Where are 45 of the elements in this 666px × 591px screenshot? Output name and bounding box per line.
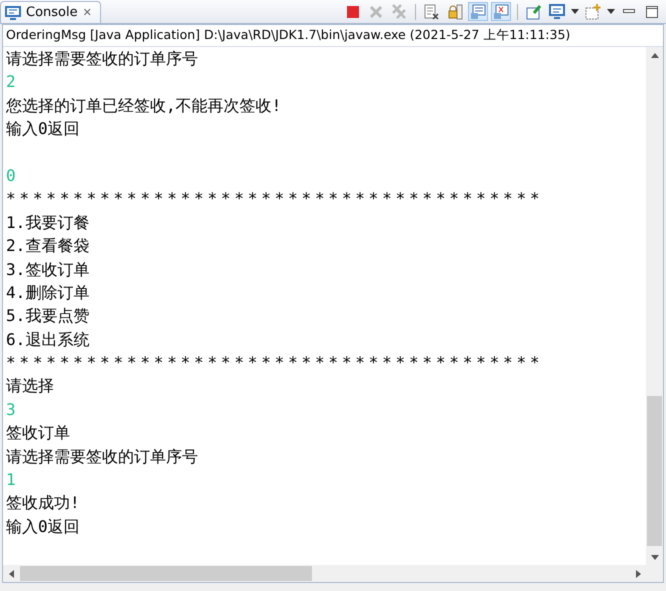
input-text: 2	[6, 71, 17, 94]
maximize-icon	[646, 6, 658, 18]
new-window-icon	[585, 4, 601, 20]
output-text: 2.查看餐袋	[6, 235, 90, 258]
monitor-icon	[5, 6, 21, 20]
output-text: 6.退出系统	[6, 328, 90, 351]
console-tab[interactable]: Console ✕	[0, 1, 101, 23]
stop-icon	[347, 6, 359, 18]
monitor-icon	[549, 4, 565, 20]
input-text: 0	[6, 164, 17, 187]
tab-title: Console	[26, 5, 78, 20]
vertical-scrollbar[interactable]	[646, 47, 663, 565]
toolbar-button[interactable]	[547, 2, 567, 21]
output-text: 请选择	[6, 375, 55, 398]
dropdown-icon	[607, 9, 615, 14]
up-arrow-icon[interactable]	[650, 50, 660, 60]
scroll-thumb[interactable]	[20, 566, 312, 581]
output-text: 1.我要订餐	[6, 212, 90, 234]
output-text: 您选择的订单已经签收,不能再次签收!	[6, 94, 282, 117]
output-text: 4.删除订单	[6, 282, 90, 304]
minimize-icon	[623, 9, 635, 14]
asterisk-line-text: ****************************************	[6, 188, 544, 210]
asterisk-line-text: ****************************************	[6, 352, 544, 374]
output-text: 输入0返回	[6, 516, 81, 538]
pin-icon	[526, 4, 542, 20]
dropdown-icon	[571, 9, 579, 14]
left-arrow-icon[interactable]	[6, 568, 16, 578]
console-error-icon	[493, 4, 509, 20]
horizontal-scrollbar[interactable]	[3, 565, 663, 582]
lock-icon	[447, 4, 463, 20]
output-text: 请选择需要签收的订单序号	[6, 446, 199, 468]
document-clear-icon	[424, 4, 440, 20]
console-out-icon	[470, 4, 486, 20]
output-text: 5.我要点赞	[6, 305, 90, 328]
scroll-thumb[interactable]	[647, 396, 662, 546]
output-text: 请选择需要签收的订单序号	[6, 48, 199, 70]
double-cross-icon	[391, 4, 407, 20]
input-text: 1	[6, 469, 17, 492]
output-text: 输入0返回	[6, 118, 81, 140]
input-text: 3	[6, 398, 17, 421]
output-text: 签收成功!	[6, 492, 81, 514]
close-icon	[369, 4, 383, 18]
output-text: 3.签收订单	[6, 258, 90, 281]
tab-close-button[interactable]: ✕	[82, 6, 92, 19]
output-text: 签收订单	[6, 422, 71, 444]
